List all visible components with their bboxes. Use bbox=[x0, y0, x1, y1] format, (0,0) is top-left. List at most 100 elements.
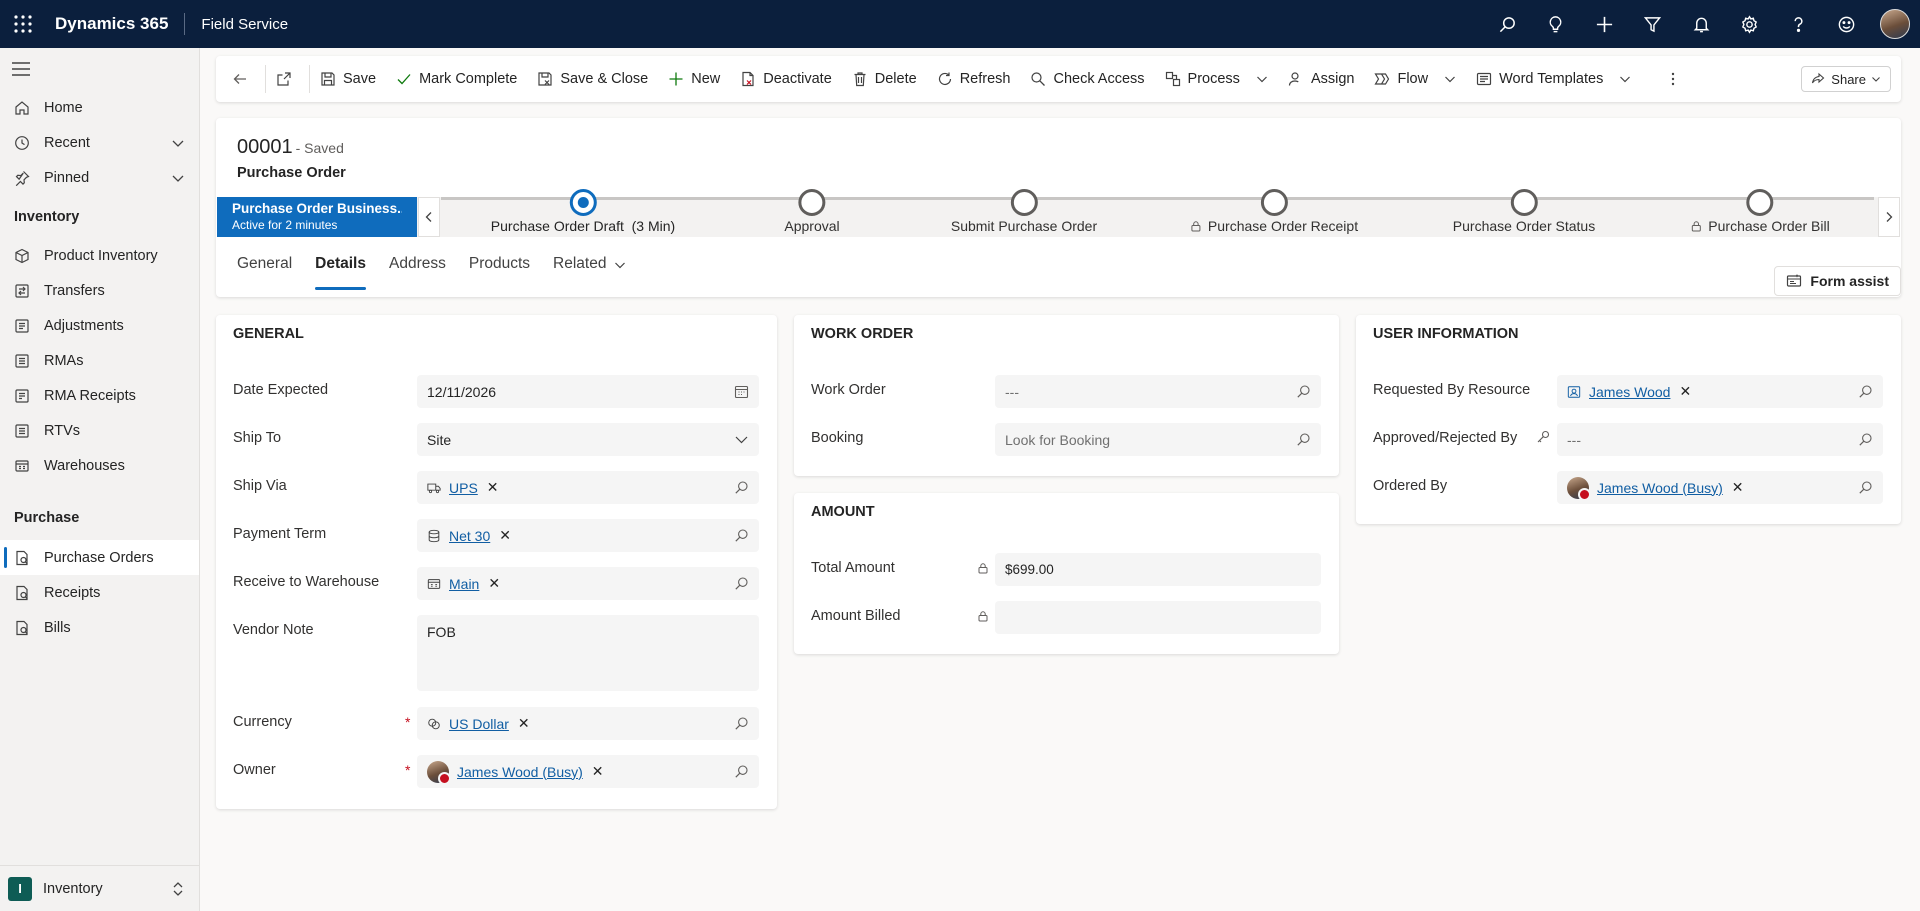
share-button[interactable]: Share bbox=[1801, 66, 1891, 92]
hamburger-menu-icon[interactable] bbox=[12, 62, 30, 76]
help-icon[interactable] bbox=[1774, 0, 1823, 48]
currency-lookup[interactable]: US Dollar ✕ bbox=[417, 707, 759, 740]
chevron-down-icon[interactable] bbox=[171, 136, 185, 150]
tab-details[interactable]: Details bbox=[315, 245, 366, 293]
calendar-icon[interactable] bbox=[734, 384, 749, 399]
tab-address[interactable]: Address bbox=[389, 245, 446, 293]
sidebar-item-transfers[interactable]: Transfers bbox=[0, 273, 199, 308]
sidebar-item-recent[interactable]: Recent bbox=[0, 125, 199, 160]
gear-icon[interactable] bbox=[1726, 0, 1775, 48]
new-button[interactable]: New bbox=[658, 56, 730, 102]
open-in-new-window-button[interactable] bbox=[266, 56, 309, 102]
ordered-by-lookup[interactable]: James Wood (Busy) ✕ bbox=[1557, 471, 1883, 504]
ship-via-link[interactable]: UPS bbox=[449, 480, 478, 496]
sidebar-item-rtvs[interactable]: RTVs bbox=[0, 413, 199, 448]
section-title: USER INFORMATION bbox=[1373, 326, 1519, 342]
filter-icon[interactable] bbox=[1629, 0, 1678, 48]
search-icon[interactable] bbox=[734, 764, 749, 779]
sidebar-item-rma-receipts[interactable]: RMA Receipts bbox=[0, 378, 199, 413]
sidebar-item-purchase-orders[interactable]: Purchase Orders bbox=[0, 540, 199, 575]
mark-complete-button[interactable]: Mark Complete bbox=[386, 56, 527, 102]
bpf-stage-purchase-order-status[interactable]: Purchase Order Status bbox=[1453, 189, 1595, 234]
save-button[interactable]: Save bbox=[310, 56, 386, 102]
check-access-button[interactable]: Check Access bbox=[1020, 56, 1154, 102]
requested-by-link[interactable]: James Wood bbox=[1589, 384, 1670, 400]
search-icon[interactable] bbox=[1858, 432, 1873, 447]
assign-button[interactable]: Assign bbox=[1278, 56, 1365, 102]
user-avatar[interactable] bbox=[1880, 9, 1910, 39]
sidebar-item-adjustments[interactable]: Adjustments bbox=[0, 308, 199, 343]
remove-value-icon[interactable]: ✕ bbox=[592, 763, 604, 780]
search-icon[interactable] bbox=[1296, 432, 1311, 447]
booking-lookup[interactable]: Look for Booking bbox=[995, 423, 1321, 456]
bpf-active-process[interactable]: Purchase Order Business... Active for 2 … bbox=[217, 197, 417, 237]
refresh-button[interactable]: Refresh bbox=[927, 56, 1021, 102]
word-templates-button[interactable]: Word Templates bbox=[1466, 56, 1641, 102]
bpf-previous-button[interactable] bbox=[418, 197, 440, 237]
search-icon[interactable] bbox=[1858, 384, 1873, 399]
app-area-name[interactable]: Field Service bbox=[201, 16, 288, 33]
bpf-next-button[interactable] bbox=[1878, 197, 1900, 237]
search-icon[interactable] bbox=[1483, 0, 1532, 48]
bpf-stage-approval[interactable]: Approval bbox=[784, 189, 840, 234]
chevron-down-icon[interactable] bbox=[171, 171, 185, 185]
vendor-note-textarea[interactable]: FOB bbox=[417, 615, 759, 691]
ordered-by-link[interactable]: James Wood (Busy) bbox=[1597, 480, 1723, 496]
bpf-stage-purchase-order-receipt[interactable]: Purchase Order Receipt bbox=[1190, 189, 1358, 234]
remove-value-icon[interactable]: ✕ bbox=[1732, 479, 1744, 496]
flow-button[interactable]: Flow bbox=[1364, 56, 1466, 102]
app-launcher-icon[interactable] bbox=[0, 0, 46, 48]
sidebar-item-bills[interactable]: Bills bbox=[0, 610, 199, 645]
search-icon[interactable] bbox=[734, 528, 749, 543]
work-order-lookup[interactable]: --- bbox=[995, 375, 1321, 408]
approved-by-lookup[interactable]: --- bbox=[1557, 423, 1883, 456]
owner-lookup[interactable]: James Wood (Busy) ✕ bbox=[417, 755, 759, 788]
payment-term-lookup[interactable]: Net 30 ✕ bbox=[417, 519, 759, 552]
remove-value-icon[interactable]: ✕ bbox=[518, 715, 530, 732]
sidebar-item-product-inventory[interactable]: Product Inventory bbox=[0, 238, 199, 273]
area-switcher[interactable]: I Inventory bbox=[0, 865, 199, 911]
back-button[interactable] bbox=[216, 56, 265, 102]
search-icon[interactable] bbox=[734, 480, 749, 495]
sidebar-item-receipts[interactable]: Receipts bbox=[0, 575, 199, 610]
search-icon[interactable] bbox=[1858, 480, 1873, 495]
plus-icon[interactable] bbox=[1580, 0, 1629, 48]
search-icon[interactable] bbox=[734, 716, 749, 731]
form-assist-button[interactable]: Form assist bbox=[1774, 266, 1901, 296]
search-icon[interactable] bbox=[734, 576, 749, 591]
receive-warehouse-link[interactable]: Main bbox=[449, 576, 479, 592]
lightbulb-icon[interactable] bbox=[1532, 0, 1581, 48]
search-icon[interactable] bbox=[1296, 384, 1311, 399]
ship-via-lookup[interactable]: UPS ✕ bbox=[417, 471, 759, 504]
ship-to-select[interactable]: Site bbox=[417, 423, 759, 456]
remove-value-icon[interactable]: ✕ bbox=[487, 479, 499, 496]
payment-term-link[interactable]: Net 30 bbox=[449, 528, 490, 544]
remove-value-icon[interactable]: ✕ bbox=[488, 575, 500, 592]
sidebar-item-rmas[interactable]: RMAs bbox=[0, 343, 199, 378]
sidebar-item-home[interactable]: Home bbox=[0, 90, 199, 125]
sidebar-item-pinned[interactable]: Pinned bbox=[0, 160, 199, 195]
save-close-button[interactable]: Save & Close bbox=[527, 56, 658, 102]
app-name[interactable]: Dynamics 365 bbox=[55, 14, 168, 34]
form-assist-label: Form assist bbox=[1810, 273, 1889, 289]
bpf-stage-purchase-order-bill[interactable]: Purchase Order Bill bbox=[1690, 189, 1830, 234]
delete-button[interactable]: Delete bbox=[842, 56, 927, 102]
tab-general[interactable]: General bbox=[237, 245, 292, 293]
tab-related[interactable]: Related bbox=[553, 245, 626, 293]
owner-link[interactable]: James Wood (Busy) bbox=[457, 764, 583, 780]
remove-value-icon[interactable]: ✕ bbox=[1679, 383, 1691, 400]
deactivate-button[interactable]: Deactivate bbox=[730, 56, 842, 102]
sidebar-item-warehouses[interactable]: Warehouses bbox=[0, 448, 199, 483]
bpf-stage-purchase-order-draft[interactable]: Purchase Order Draft (3 Min) bbox=[491, 189, 675, 234]
currency-link[interactable]: US Dollar bbox=[449, 716, 509, 732]
receive-warehouse-lookup[interactable]: Main ✕ bbox=[417, 567, 759, 600]
process-button[interactable]: Process bbox=[1155, 56, 1278, 102]
bell-icon[interactable] bbox=[1677, 0, 1726, 48]
requested-by-lookup[interactable]: James Wood ✕ bbox=[1557, 375, 1883, 408]
smiley-icon[interactable] bbox=[1823, 0, 1872, 48]
bpf-stage-submit-purchase-order[interactable]: Submit Purchase Order bbox=[951, 189, 1097, 234]
date-expected-field[interactable]: 12/11/2026 bbox=[417, 375, 759, 408]
more-commands-button[interactable] bbox=[1641, 56, 1698, 102]
remove-value-icon[interactable]: ✕ bbox=[499, 527, 511, 544]
tab-products[interactable]: Products bbox=[469, 245, 530, 293]
